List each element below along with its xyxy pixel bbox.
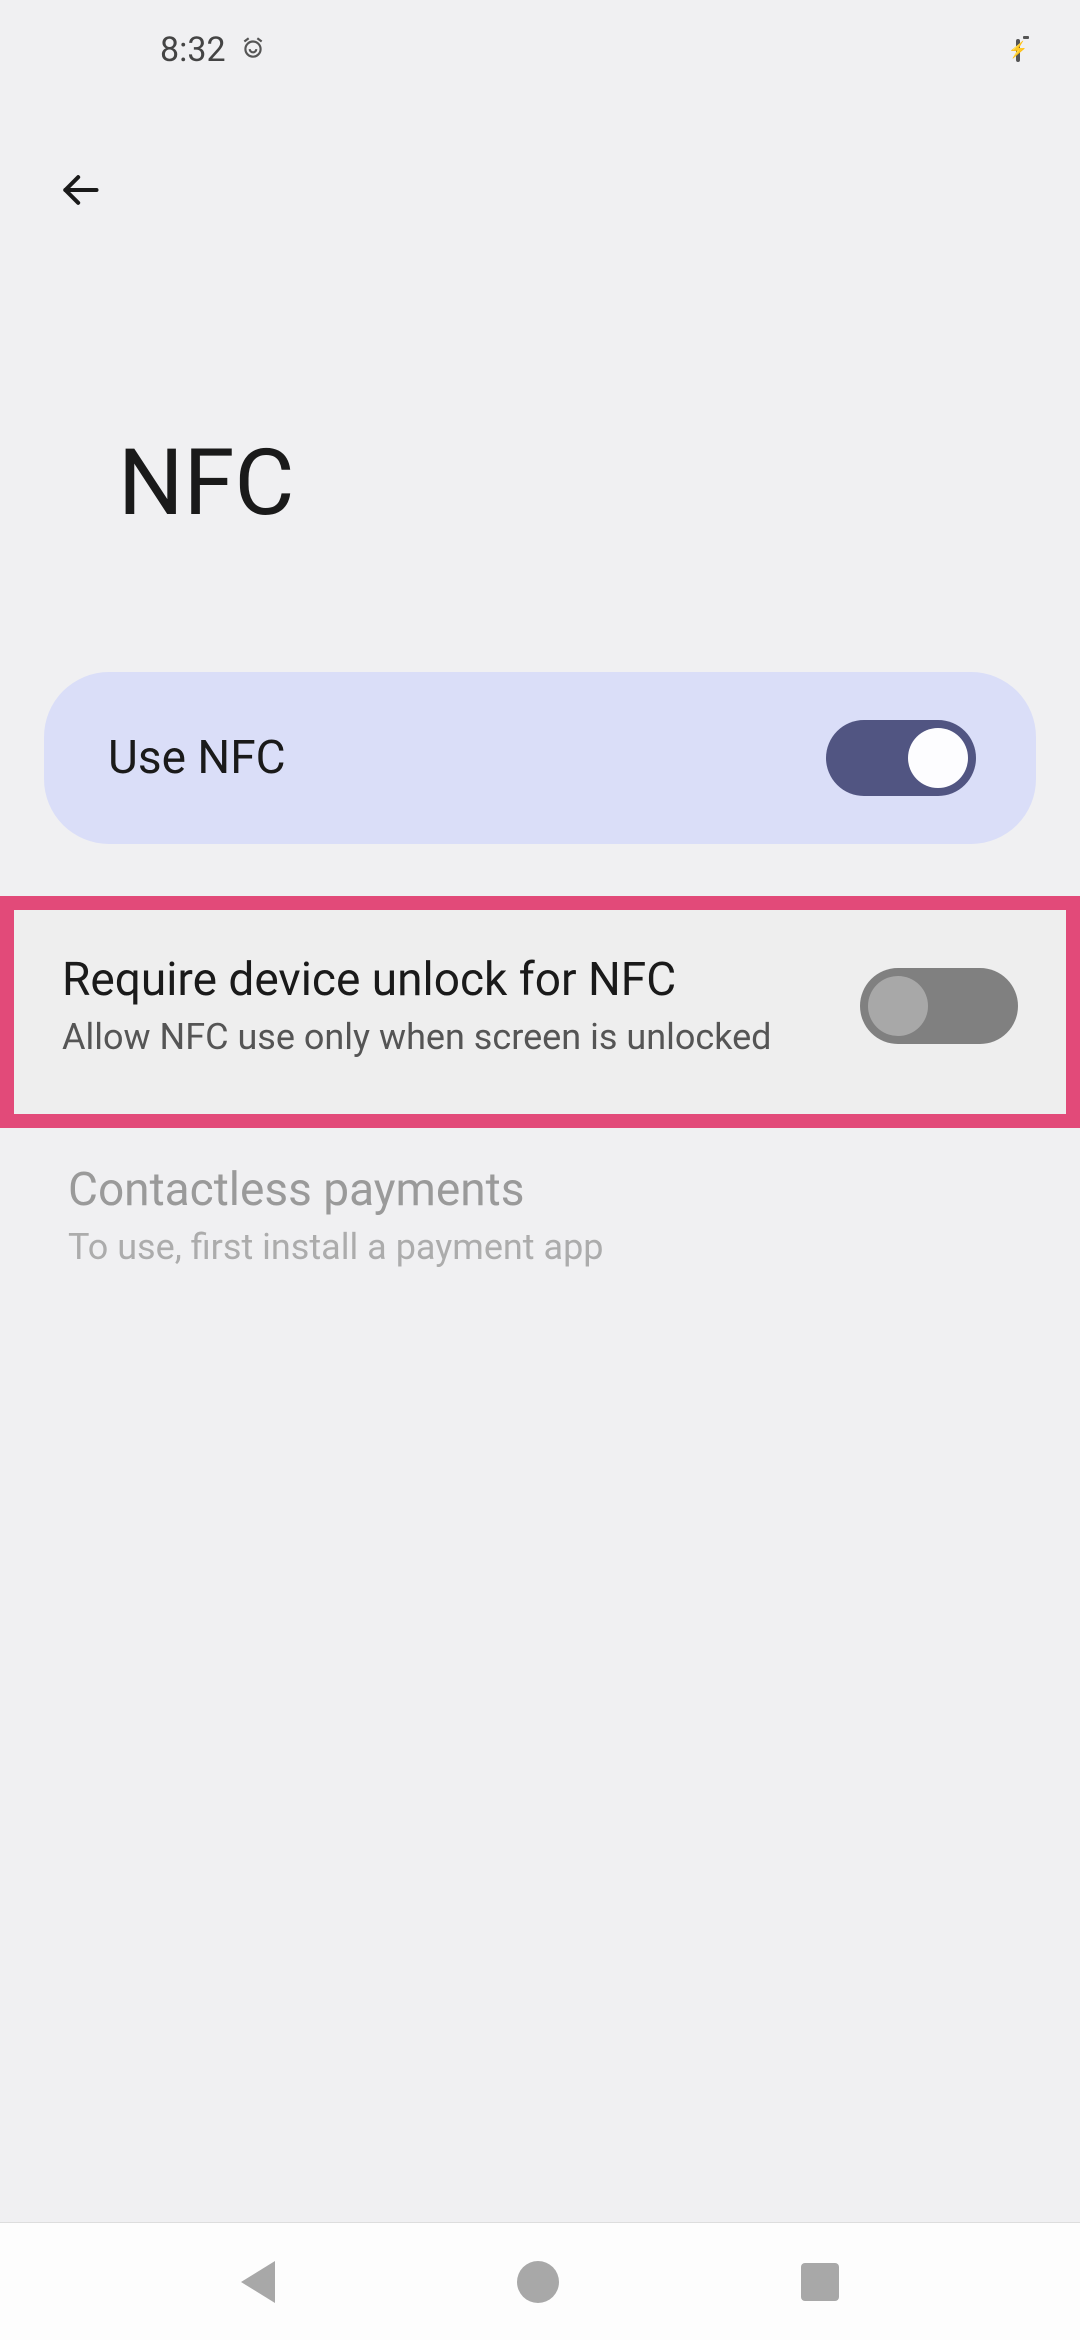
settings-content: Use NFC Require device unlock for NFC Al… [0, 537, 1080, 1321]
header: NFC [0, 100, 1080, 537]
alarm-icon [240, 35, 266, 65]
page-title: NFC [50, 220, 1040, 537]
navigation-bar [0, 2222, 1080, 2340]
status-bar: 8:32 ⚡ [0, 0, 1080, 100]
require-unlock-toggle[interactable] [860, 968, 1018, 1044]
require-unlock-row[interactable]: Require device unlock for NFC Allow NFC … [0, 896, 1080, 1128]
use-nfc-toggle[interactable] [826, 720, 976, 796]
contactless-subtitle: To use, first install a payment app [68, 1224, 1012, 1271]
use-nfc-row[interactable]: Use NFC [44, 672, 1036, 844]
contactless-title: Contactless payments [68, 1162, 1012, 1220]
nav-back-icon[interactable] [241, 2261, 275, 2303]
back-button[interactable] [50, 160, 110, 220]
arrow-left-icon [58, 168, 102, 212]
nav-recent-icon[interactable] [801, 2263, 839, 2301]
contactless-payments-row[interactable]: Contactless payments To use, first insta… [0, 1128, 1080, 1320]
status-time: 8:32 [160, 30, 226, 70]
status-right: ⚡ [1016, 41, 1020, 60]
require-unlock-title: Require device unlock for NFC [62, 952, 840, 1010]
use-nfc-label: Use NFC [108, 731, 286, 785]
battery-charging-icon: ⚡ [1016, 41, 1020, 60]
require-unlock-subtitle: Allow NFC use only when screen is unlock… [62, 1014, 840, 1061]
require-unlock-text: Require device unlock for NFC Allow NFC … [62, 952, 840, 1060]
nav-home-icon[interactable] [517, 2261, 559, 2303]
status-left: 8:32 [160, 30, 266, 70]
